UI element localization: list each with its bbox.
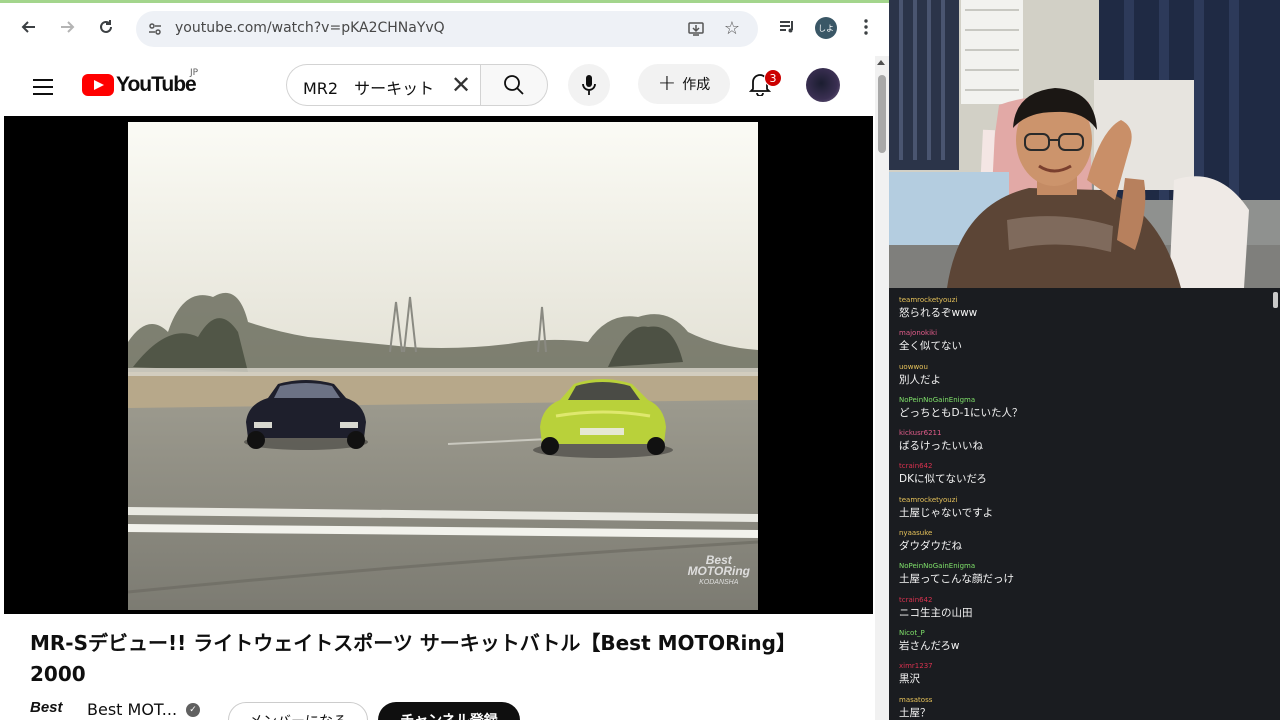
youtube-logo-text: YouTube bbox=[116, 73, 197, 96]
chat-message: nyaasuke ダウダウだね bbox=[899, 528, 1259, 561]
create-label: 作成 bbox=[682, 77, 711, 93]
chat-username: masatoss bbox=[899, 695, 933, 704]
chat-message: teamrocketyouzi 土屋じゃないですよ bbox=[899, 495, 1259, 528]
chat-text: ダウダウだね bbox=[899, 540, 962, 553]
account-avatar[interactable] bbox=[806, 68, 840, 102]
back-arrow-icon[interactable] bbox=[14, 12, 44, 42]
chat-message: tcrain642 ニコ生主の山田 bbox=[899, 595, 1259, 628]
chat-message: masatoss 土屋？ bbox=[899, 695, 1259, 720]
chat-username: majonokiki bbox=[899, 329, 938, 338]
youtube-logo[interactable]: YouTube bbox=[82, 73, 197, 97]
chat-username: kickusr6211 bbox=[899, 429, 942, 438]
address-bar[interactable]: youtube.com/watch?v=pKA2CHNaYvQ ☆ bbox=[136, 11, 758, 47]
chat-text: ばるけったいいね bbox=[899, 440, 983, 453]
chat-scrollbar-thumb[interactable] bbox=[1273, 292, 1278, 308]
forward-arrow-icon[interactable] bbox=[52, 12, 82, 42]
profile-initials: しよ bbox=[818, 23, 834, 33]
chat-text: 黒沢 bbox=[899, 673, 920, 686]
chat-text: DKに似てないだろ bbox=[899, 473, 987, 486]
chat-text: 土屋じゃないですよ bbox=[899, 506, 994, 519]
webcam-scene bbox=[889, 0, 1280, 288]
chat-username: NoPeinNoGainEnigma bbox=[899, 562, 976, 571]
chat-text: 別人だよ bbox=[899, 373, 941, 386]
chat-username: teamrocketyouzi bbox=[899, 296, 958, 304]
chat-message: teamrocketyouzi 怒られるぞwww bbox=[899, 295, 1259, 328]
notification-count-badge: 3 bbox=[764, 69, 782, 87]
search-button[interactable] bbox=[480, 64, 548, 106]
browser-toolbar: youtube.com/watch?v=pKA2CHNaYvQ ☆ しよ bbox=[0, 3, 889, 53]
microphone-icon bbox=[582, 75, 596, 95]
browser-window: youtube.com/watch?v=pKA2CHNaYvQ ☆ しよ You bbox=[0, 0, 889, 720]
channel-avatar[interactable]: Best bbox=[30, 699, 76, 720]
chat-username: uowwou bbox=[899, 362, 928, 371]
chat-text: 岩さんだろw bbox=[899, 639, 960, 652]
chat-message: NoPeinNoGainEnigma 土屋ってこんな顔だっけ bbox=[899, 561, 1259, 594]
chat-text: 怒られるぞwww bbox=[899, 307, 978, 319]
chat-message: NoPeinNoGainEnigma どっちともD-1にいた人？ bbox=[899, 395, 1259, 428]
chat-username: NoPeinNoGainEnigma bbox=[899, 395, 976, 404]
verified-check-icon: ✓ bbox=[186, 703, 200, 717]
chat-message: tcrain642 DKに似てないだろ bbox=[899, 461, 1259, 494]
page-scrollbar[interactable] bbox=[875, 56, 889, 720]
video-title: MR-Sデビュー!! ライトウェイトスポーツ サーキットバトル【Best MOT… bbox=[30, 631, 796, 686]
join-membership-button[interactable]: メンバーになる bbox=[228, 702, 368, 720]
more-menu-icon[interactable] bbox=[851, 12, 881, 42]
chat-message: Nicot_P 岩さんだろw bbox=[899, 628, 1259, 661]
reload-icon[interactable] bbox=[91, 12, 121, 42]
install-app-icon[interactable] bbox=[685, 18, 707, 40]
watermark-line-3: KODANSHA bbox=[699, 579, 739, 586]
chat-text: 土屋ってこんな顔だっけ bbox=[899, 573, 1014, 586]
chat-message-list: teamrocketyouzi 怒られるぞwww majonokiki 全く似て… bbox=[899, 295, 1259, 720]
site-settings-icon[interactable] bbox=[144, 18, 166, 40]
chat-username: tcrain642 bbox=[899, 595, 933, 604]
search-icon bbox=[504, 75, 524, 95]
media-controls-icon[interactable] bbox=[772, 12, 802, 42]
plus-icon: + bbox=[657, 71, 677, 96]
region-code: JP bbox=[190, 68, 199, 78]
chat-message: majonokiki 全く似てない bbox=[899, 328, 1259, 361]
voice-search-button[interactable] bbox=[568, 64, 610, 106]
video-watermark: Best MOTORing KODANSHA bbox=[687, 554, 750, 588]
chat-username: ximr1237 bbox=[899, 662, 933, 671]
chat-text: どっちともD-1にいた人？ bbox=[899, 406, 1023, 419]
chat-message: ximr1237 黒沢 bbox=[899, 661, 1259, 694]
youtube-masthead: YouTube JP MR2 サーキット ✕ + 作成 3 bbox=[4, 56, 872, 114]
chat-username: nyaasuke bbox=[899, 529, 933, 538]
clear-search-icon[interactable]: ✕ bbox=[451, 73, 471, 97]
chat-text: 土屋？ bbox=[899, 706, 931, 719]
chat-text: 全く似てない bbox=[899, 340, 962, 353]
chat-message: kickusr6211 ばるけったいいね bbox=[899, 428, 1259, 461]
search-query-text[interactable]: MR2 サーキット bbox=[303, 75, 443, 99]
webcam-overlay bbox=[889, 0, 1280, 288]
youtube-play-logo-icon bbox=[82, 74, 114, 96]
chat-username: Nicot_P bbox=[899, 628, 925, 637]
chat-message: uowwou 別人だよ bbox=[899, 362, 1259, 395]
chat-text: ニコ生主の山田 bbox=[899, 606, 973, 619]
video-player[interactable]: Best MOTORing KODANSHA bbox=[4, 116, 873, 614]
watermark-line-2: MOTORing bbox=[687, 564, 750, 578]
video-frame[interactable]: Best MOTORing KODANSHA bbox=[128, 122, 758, 610]
search-input[interactable]: MR2 サーキット ✕ bbox=[286, 64, 480, 106]
live-chat-panel: teamrocketyouzi 怒られるぞwww majonokiki 全く似て… bbox=[889, 288, 1280, 720]
hamburger-menu-icon[interactable] bbox=[28, 72, 58, 102]
subscribe-button[interactable]: チャンネル登録 bbox=[378, 702, 520, 720]
bookmark-star-icon[interactable]: ☆ bbox=[721, 17, 743, 39]
browser-profile-avatar[interactable]: しよ bbox=[815, 17, 837, 39]
scroll-up-arrow-icon[interactable] bbox=[877, 60, 885, 65]
video-scene bbox=[128, 122, 758, 610]
chat-username: tcrain642 bbox=[899, 462, 933, 471]
channel-name[interactable]: Best MOT... bbox=[87, 700, 177, 719]
chat-username: teamrocketyouzi bbox=[899, 495, 958, 504]
page-scrollbar-thumb[interactable] bbox=[878, 75, 886, 153]
url-text[interactable]: youtube.com/watch?v=pKA2CHNaYvQ bbox=[175, 20, 445, 36]
create-button[interactable]: + 作成 bbox=[638, 64, 730, 104]
